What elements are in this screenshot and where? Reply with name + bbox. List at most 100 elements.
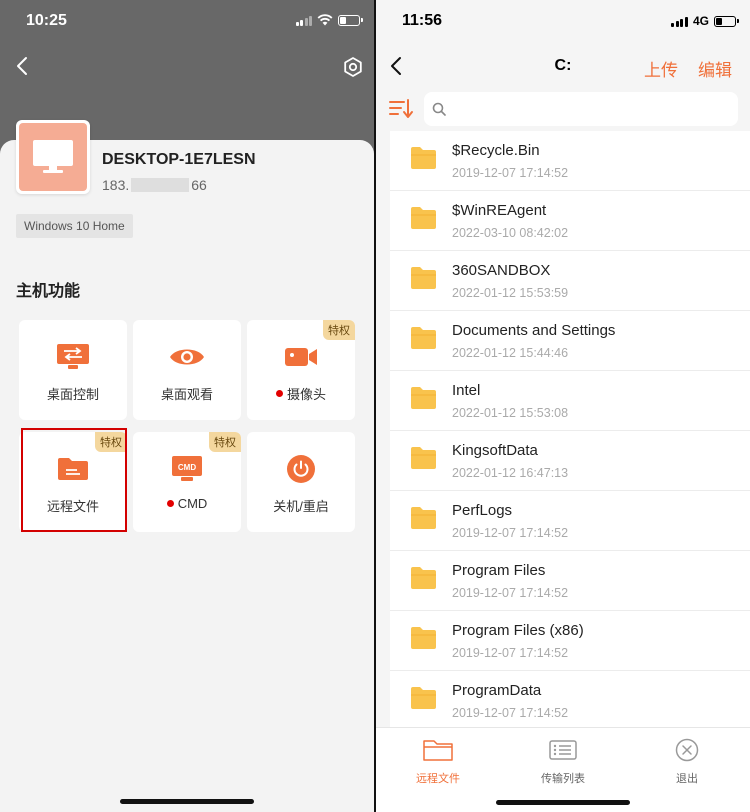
tab-label: 退出	[676, 773, 698, 785]
file-row[interactable]: Program Files 2019-12-07 17:14:52	[390, 551, 750, 611]
privilege-badge: 特权	[323, 320, 355, 340]
cmd-icon: CMD	[169, 454, 205, 484]
tile-label: 摄像头	[247, 384, 355, 403]
host-name: DESKTOP-1E7LESN	[102, 151, 256, 168]
status-time: 11:56	[402, 12, 443, 29]
file-name: Intel	[452, 382, 481, 399]
tile-label: CMD	[133, 496, 241, 511]
tab-exit[interactable]: 退出	[637, 736, 737, 786]
search-input[interactable]	[452, 100, 738, 118]
status-bar: 11:56 4G	[376, 0, 750, 44]
search-row	[376, 90, 750, 130]
os-tag: Windows 10 Home	[16, 214, 133, 238]
wifi-icon	[317, 14, 333, 26]
device-avatar	[16, 120, 90, 194]
file-date: 2022-01-12 16:47:13	[452, 466, 569, 480]
file-row[interactable]: Documents and Settings 2022-01-12 15:44:4…	[390, 311, 750, 371]
sort-icon	[389, 99, 413, 118]
tile-power[interactable]: 关机/重启	[247, 432, 355, 532]
power-icon	[283, 454, 319, 484]
file-list: $Recycle.Bin 2019-12-07 17:14:52 $WinREAge…	[390, 131, 750, 727]
folder-icon	[411, 327, 436, 349]
file-name: PerfLogs	[452, 502, 513, 519]
gear-icon	[344, 57, 362, 77]
sort-button[interactable]	[388, 96, 414, 122]
file-date: 2019-12-07 17:14:52	[452, 646, 569, 660]
host-ip: 183. 66	[102, 177, 207, 193]
privilege-badge: 特权	[95, 432, 127, 452]
status-icons: 4G	[671, 14, 739, 28]
folder-icon	[411, 147, 436, 169]
monitor-icon	[33, 140, 73, 173]
folder-icon	[411, 447, 436, 469]
battery-icon	[714, 15, 739, 27]
cellular-signal-icon	[295, 15, 312, 26]
file-row[interactable]: $Recycle.Bin 2019-12-07 17:14:52	[390, 131, 750, 191]
tab-label: 传输列表	[541, 773, 585, 785]
status-bar: 10:25	[0, 0, 374, 44]
file-row[interactable]: 360SANDBOX 2022-01-12 15:53:59	[390, 251, 750, 311]
tab-transfer-list[interactable]: 传输列表	[513, 736, 613, 786]
file-date: 2022-03-10 08:42:02	[452, 226, 569, 240]
file-date: 2022-01-12 15:53:08	[452, 406, 569, 420]
tile-desktop-control[interactable]: 桌面控制	[19, 320, 127, 420]
folder-icon	[55, 454, 91, 484]
file-name: Program Files	[452, 562, 546, 579]
file-date: 2019-12-07 17:14:52	[452, 706, 569, 720]
file-row[interactable]: PerfLogs 2019-12-07 17:14:52	[390, 491, 750, 551]
file-row[interactable]: Intel 2022-01-12 15:53:08	[390, 371, 750, 431]
network-type: 4G	[692, 14, 709, 28]
desktop-control-icon	[55, 342, 91, 372]
tile-label: 桌面观看	[160, 387, 213, 402]
home-indicator	[496, 800, 630, 805]
file-row[interactable]: $WinREAgent 2022-03-10 08:42:02	[390, 191, 750, 251]
file-name: KingsoftData	[452, 442, 538, 459]
search-box[interactable]	[424, 92, 738, 126]
file-row[interactable]: Program Files (x86) 2019-12-07 17:14:52	[390, 611, 750, 671]
page-title: C:	[554, 57, 572, 74]
tab-label: 远程文件	[416, 773, 460, 785]
ip-mask	[131, 178, 190, 192]
file-name: Program Files (x86)	[452, 622, 584, 639]
status-dot	[166, 500, 174, 507]
file-name: ProgramData	[452, 682, 542, 699]
upload-button[interactable]: 上传	[644, 56, 678, 81]
file-date: 2022-01-12 15:44:46	[452, 346, 569, 360]
left-panel-device-detail: 10:25 DESKTOP-1E7LESN 183. 66 Windows 10…	[0, 0, 374, 812]
folder-icon	[411, 567, 436, 589]
tile-label: 桌面控制	[46, 387, 99, 402]
file-date: 2022-01-12 15:53:59	[452, 286, 569, 300]
close-circle-icon	[675, 738, 699, 762]
tile-cmd[interactable]: 特权 CMD CMD	[133, 432, 241, 532]
file-date: 2019-12-07 17:14:52	[452, 166, 569, 180]
file-name: Documents and Settings	[452, 322, 616, 339]
battery-icon	[338, 14, 363, 26]
tile-label: 远程文件	[46, 499, 99, 514]
file-row[interactable]: KingsoftData 2022-01-12 16:47:13	[390, 431, 750, 491]
nav-bar: C: 上传 编辑	[376, 44, 750, 90]
right-panel-file-browser: 11:56 4G C: 上传 编辑 $Recycle.Bin 2019-12-07…	[376, 0, 750, 812]
tab-bar: 远程文件 传输列表 退出	[376, 727, 750, 812]
svg-text:CMD: CMD	[178, 463, 196, 472]
cellular-signal-icon	[671, 16, 688, 27]
tab-remote-files[interactable]: 远程文件	[388, 736, 488, 786]
folder-icon	[411, 387, 436, 409]
status-dot	[275, 390, 283, 397]
edit-button[interactable]: 编辑	[698, 56, 732, 81]
file-row[interactable]: ProgramData 2019-12-07 17:14:52	[390, 671, 750, 727]
tile-camera[interactable]: 特权 摄像头	[247, 320, 355, 420]
tile-label: 关机/重启	[273, 499, 329, 514]
status-icons	[295, 14, 363, 26]
file-date: 2019-12-07 17:14:52	[452, 586, 569, 600]
tile-remote-files[interactable]: 特权 远程文件	[19, 432, 127, 532]
chevron-left-icon	[17, 57, 27, 75]
settings-button[interactable]	[340, 54, 366, 80]
tile-desktop-view[interactable]: 桌面观看	[133, 320, 241, 420]
folder-icon	[411, 267, 436, 289]
list-icon	[549, 740, 577, 760]
file-name: 360SANDBOX	[452, 262, 551, 279]
folder-icon	[411, 627, 436, 649]
back-button[interactable]	[10, 54, 34, 78]
ip-suffix: 66	[191, 177, 207, 193]
folder-icon	[411, 207, 436, 229]
